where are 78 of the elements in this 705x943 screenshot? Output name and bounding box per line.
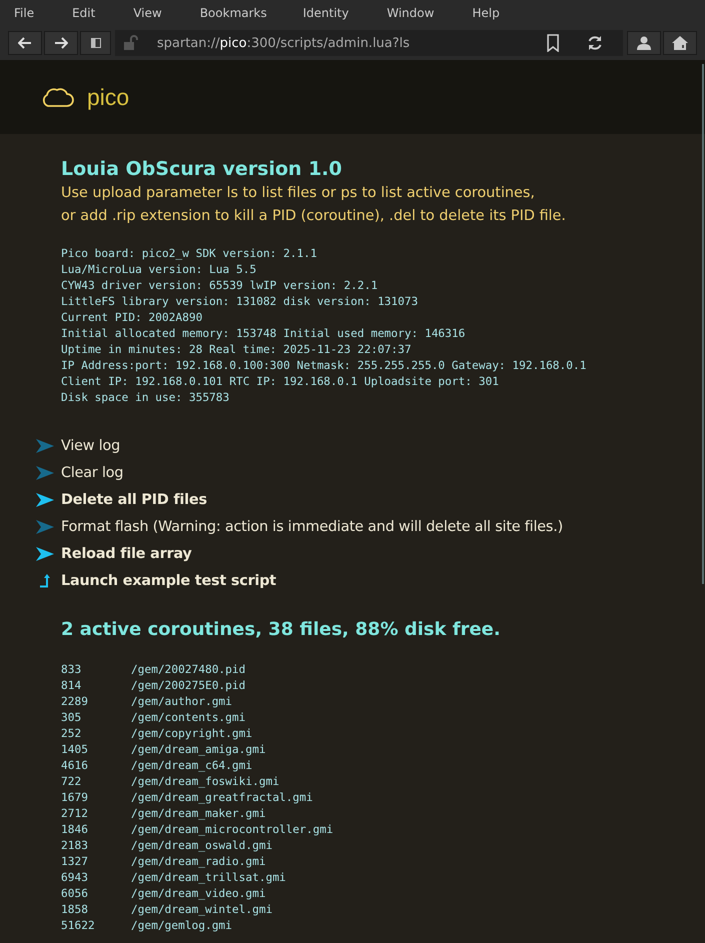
info-line: Disk space in use: 355783 [61, 390, 230, 406]
info-line: Lua/MicroLua version: Lua 5.5 [61, 262, 258, 278]
link[interactable]: Reload file array [61, 546, 192, 562]
file-size: 4616 [61, 758, 89, 774]
file-size: 1679 [61, 790, 89, 806]
menu-item[interactable]: Help [472, 6, 500, 20]
home-icon [672, 36, 688, 50]
file-size: 833 [61, 662, 82, 678]
person-icon [637, 36, 651, 50]
home-button[interactable] [663, 31, 697, 55]
link[interactable]: Delete all PID files [61, 492, 207, 508]
file-path: /gem/dream_trillsat.gmi [131, 870, 286, 886]
file-path: /gem/dream_microcontroller.gmi [131, 822, 334, 838]
site-title[interactable]: pico [87, 84, 130, 110]
intro-text: or add .rip extension to kill a PID (coroutine), .del to delete its PID file. [61, 207, 567, 226]
info-line: Uptime in minutes: 28 Real time: 2025-11-23 22:07:37 [61, 342, 412, 358]
file-path: /gem/200275E0.pid [131, 678, 246, 694]
scrollbar[interactable] [702, 64, 704, 584]
menu-item[interactable]: View [133, 6, 162, 20]
page-heading: Louia ObScura version 1.0 [61, 158, 343, 180]
file-size: 305 [61, 710, 82, 726]
sidebar-icon [90, 38, 100, 48]
info-line: Current PID: 2002A890 [61, 310, 204, 326]
link[interactable]: Clear log [61, 464, 124, 480]
unlocked-padlock-icon [123, 35, 139, 51]
address-field[interactable]: spartan://pico:300/scripts/admin.lua?ls [115, 30, 623, 56]
sidebar-button[interactable] [80, 31, 111, 55]
file-path: /gem/dream_video.gmi [131, 886, 266, 902]
file-size: 51622 [61, 918, 96, 934]
identity-button[interactable] [627, 31, 661, 55]
info-line: Initial allocated memory: 153748 Initial used memory: 146316 [61, 326, 466, 342]
cloud-icon [40, 86, 74, 108]
bookmark-icon[interactable] [547, 34, 559, 52]
file-size: 6056 [61, 886, 89, 902]
menu-item[interactable]: Identity [302, 6, 349, 20]
back-button[interactable] [8, 31, 42, 55]
file-path: /gem/contents.gmi [131, 710, 246, 726]
file-path: /gem/dream_greatfractal.gmi [131, 790, 313, 806]
file-size: 1327 [61, 854, 89, 870]
file-path: /gem/dream_oswald.gmi [131, 838, 272, 854]
menu-item[interactable]: Edit [72, 6, 96, 20]
file-size: 2289 [61, 694, 89, 710]
right-arrow-icon [54, 37, 68, 49]
intro-text: Use upload parameter ls to list files or ps to list active coroutines, [61, 184, 536, 203]
link[interactable]: Launch example test script [61, 572, 276, 588]
menu-item[interactable]: Window [386, 6, 434, 20]
file-size: 722 [61, 774, 82, 790]
file-path: /gem/copyright.gmi [131, 726, 252, 742]
summary-heading: 2 active coroutines, 38 files, 88% disk free. [61, 619, 502, 640]
file-size: 2712 [61, 806, 89, 822]
file-size: 1858 [61, 902, 89, 918]
info-line: Pico board: pico2_w SDK version: 2.1.1 [61, 246, 318, 262]
info-line: Client IP: 192.168.0.101 RTC IP: 192.168.0.1 Uploadsite port: 301 [61, 374, 500, 390]
file-path: /gem/dream_amiga.gmi [131, 742, 266, 758]
info-line: LittleFS library version: 131082 disk version: 131073 [61, 294, 419, 310]
link[interactable]: View log [61, 438, 120, 454]
file-size: 1846 [61, 822, 89, 838]
file-path: /gem/20027480.pid [131, 662, 246, 678]
file-path: /gem/dream_c64.gmi [131, 758, 252, 774]
left-arrow-icon [18, 37, 32, 49]
file-size: 1405 [61, 742, 89, 758]
file-path: /gem/author.gmi [131, 694, 232, 710]
file-path: /gem/dream_wintel.gmi [131, 902, 272, 918]
file-path: /gem/dream_maker.gmi [131, 806, 266, 822]
info-line: IP Address:port: 192.168.0.100:300 Netmask: 255.255.255.0 Gateway: 192.168.0.1 [61, 358, 588, 374]
info-line: CYW43 driver version: 65539 lwIP version: 2.2.1 [61, 278, 379, 294]
menu-item[interactable]: Bookmarks [200, 6, 267, 20]
file-size: 814 [61, 678, 82, 694]
file-path: /gem/gemlog.gmi [131, 918, 232, 934]
file-path: /gem/dream_foswiki.gmi [131, 774, 280, 790]
file-size: 252 [61, 726, 82, 742]
reload-icon[interactable] [587, 35, 603, 51]
forward-button[interactable] [44, 31, 78, 55]
file-size: 2183 [61, 838, 89, 854]
file-path: /gem/dream_radio.gmi [131, 854, 266, 870]
menu-item[interactable]: File [14, 6, 34, 20]
file-size: 6943 [61, 870, 89, 886]
link[interactable]: Format flash (Warning: action is immediate and will delete all site files.) [61, 518, 563, 534]
